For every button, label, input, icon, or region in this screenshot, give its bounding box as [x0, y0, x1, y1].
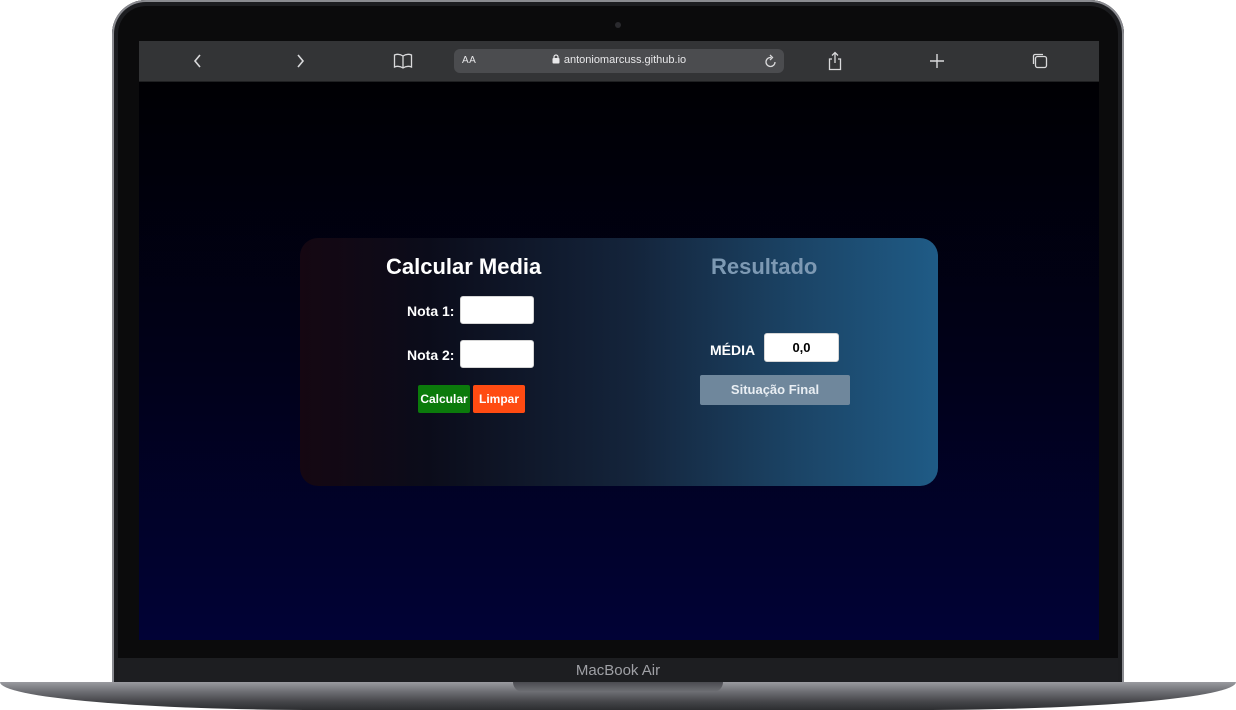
- plus-icon: [930, 54, 944, 68]
- nota2-input[interactable]: [460, 340, 534, 368]
- limpar-button[interactable]: Limpar: [473, 385, 525, 413]
- chevron-right-icon: [297, 54, 305, 68]
- address-bar[interactable]: AA antoniomarcuss.github.io: [454, 49, 784, 73]
- bookmarks-button[interactable]: [388, 47, 418, 75]
- media-label: MÉDIA: [710, 342, 756, 358]
- tabs-overview-button[interactable]: [1025, 47, 1055, 75]
- new-tab-button[interactable]: [922, 47, 952, 75]
- book-icon: [393, 53, 413, 69]
- lock-icon: [552, 54, 560, 64]
- calculator-title: Calcular Media: [386, 254, 542, 279]
- average-calculator-card: Calcular Media Resultado Nota 1: Nota 2:…: [300, 238, 938, 486]
- browser-screen: AA antoniomarcuss.github.io Calcular Med…: [139, 41, 1099, 640]
- tabs-icon: [1032, 53, 1048, 69]
- share-button[interactable]: [820, 47, 850, 75]
- nota1-input[interactable]: [460, 296, 534, 324]
- situacao-final-status: Situação Final: [700, 375, 850, 405]
- media-value-field: 0,0: [764, 333, 839, 362]
- device-brand-label: MacBook Air: [575, 662, 661, 679]
- url-display: antoniomarcuss.github.io: [454, 54, 784, 66]
- result-title: Resultado: [711, 254, 818, 279]
- share-icon: [828, 51, 842, 71]
- laptop-hinge-notch: [513, 682, 723, 692]
- back-button[interactable]: [183, 47, 213, 75]
- calcular-button[interactable]: Calcular: [418, 385, 470, 413]
- laptop-mockup: AA antoniomarcuss.github.io Calcular Med…: [0, 0, 1236, 710]
- camera-icon: [615, 22, 621, 28]
- nota1-label: Nota 1:: [407, 303, 455, 319]
- url-text: antoniomarcuss.github.io: [563, 54, 687, 66]
- chevron-left-icon: [193, 54, 201, 68]
- nota2-label: Nota 2:: [407, 347, 455, 363]
- forward-button[interactable]: [285, 47, 315, 75]
- reload-icon[interactable]: [764, 53, 778, 69]
- safari-toolbar: AA antoniomarcuss.github.io: [139, 41, 1099, 82]
